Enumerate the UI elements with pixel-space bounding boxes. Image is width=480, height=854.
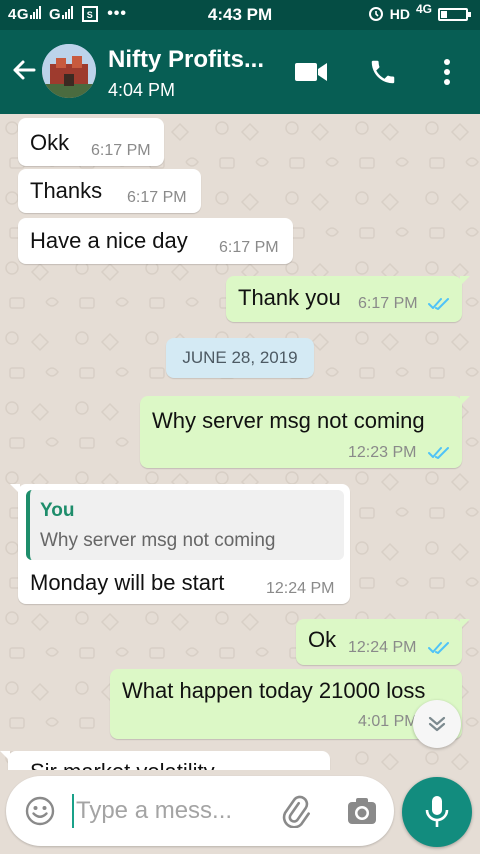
back-arrow-icon[interactable] bbox=[10, 56, 38, 84]
hd-label: HD bbox=[389, 6, 410, 22]
double-check-icon bbox=[428, 642, 449, 654]
quoted-message[interactable]: You Why server msg not coming bbox=[26, 490, 344, 560]
message-incoming[interactable]: Thanks 6:17 PM bbox=[18, 169, 201, 213]
double-check-icon bbox=[428, 447, 449, 459]
chat-header: Nifty Profits... 4:04 PM bbox=[0, 30, 480, 114]
message-outgoing[interactable]: What happen today 21000 loss 4:01 PM bbox=[110, 669, 462, 739]
video-call-button[interactable] bbox=[294, 56, 328, 88]
message-time: 12:23 PM bbox=[348, 444, 417, 461]
contact-avatar[interactable] bbox=[42, 44, 96, 98]
message-time: 12:24 PM bbox=[266, 580, 335, 597]
message-text: Sir market volatility bbox=[30, 759, 215, 770]
status-bar: 4G G S ••• 4:43 PM HD 4G bbox=[0, 0, 480, 30]
date-divider: JUNE 28, 2019 bbox=[166, 338, 314, 378]
scroll-to-bottom-button[interactable] bbox=[413, 700, 461, 748]
message-text: Thanks bbox=[30, 178, 103, 203]
emoji-icon[interactable] bbox=[24, 795, 56, 827]
message-text: Why server msg not coming bbox=[152, 408, 425, 433]
contact-name[interactable]: Nifty Profits... bbox=[108, 46, 264, 74]
message-time: 6:17 PM bbox=[219, 239, 279, 256]
message-outgoing[interactable]: Why server msg not coming 12:23 PM bbox=[140, 396, 470, 468]
message-text: Thank you bbox=[238, 285, 341, 310]
message-time: 6:17 PM bbox=[91, 142, 151, 159]
voice-call-button[interactable] bbox=[366, 56, 400, 88]
message-text: Monday will be start bbox=[30, 570, 225, 595]
message-incoming[interactable]: Okk 6:17 PM bbox=[18, 118, 164, 166]
message-incoming-reply[interactable]: You Why server msg not coming Monday wil… bbox=[10, 484, 350, 604]
more-options-icon bbox=[444, 59, 450, 85]
message-time: 6:17 PM bbox=[127, 189, 187, 206]
quote-author: You bbox=[40, 500, 75, 521]
alarm-clock-icon bbox=[368, 7, 383, 21]
camera-icon[interactable] bbox=[346, 796, 378, 826]
message-time: 12:24 PM bbox=[348, 639, 417, 656]
message-text: Ok bbox=[308, 627, 337, 652]
mic-icon bbox=[425, 796, 449, 827]
chat-area[interactable]: Okk 6:17 PM Thanks 6:17 PM Have a nice d… bbox=[0, 114, 480, 770]
message-outgoing[interactable]: Thank you 6:17 PM bbox=[226, 276, 470, 322]
video-call-icon bbox=[295, 63, 327, 81]
message-text: What happen today 21000 loss bbox=[122, 678, 426, 703]
message-outgoing[interactable]: Ok 12:24 PM bbox=[296, 619, 470, 665]
double-check-icon bbox=[428, 298, 449, 310]
status-right: HD 4G bbox=[368, 2, 471, 22]
message-incoming[interactable]: Have a nice day 6:17 PM bbox=[18, 218, 293, 264]
message-time: 4:01 PM bbox=[358, 713, 418, 730]
mic-button[interactable] bbox=[402, 777, 472, 847]
message-text: Have a nice day bbox=[30, 228, 188, 253]
message-composer bbox=[6, 776, 394, 846]
message-text: Okk bbox=[30, 130, 70, 155]
message-input[interactable] bbox=[76, 792, 276, 830]
last-seen: 4:04 PM bbox=[108, 80, 176, 100]
chevron-double-down-icon bbox=[428, 716, 446, 732]
more-options-button[interactable] bbox=[430, 56, 464, 88]
text-cursor bbox=[72, 794, 74, 828]
network-label: 4G bbox=[415, 2, 432, 16]
attach-icon[interactable] bbox=[278, 794, 312, 828]
battery-icon bbox=[438, 7, 471, 21]
quote-text: Why server msg not coming bbox=[40, 530, 276, 551]
message-time: 6:17 PM bbox=[358, 295, 418, 312]
message-incoming[interactable]: Sir market volatility bbox=[0, 751, 330, 770]
voice-call-icon bbox=[371, 60, 395, 84]
